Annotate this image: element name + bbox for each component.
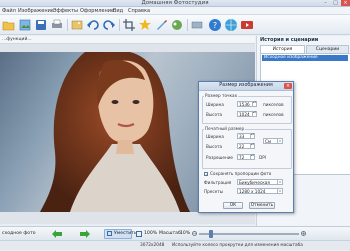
zoom-value: 100%	[144, 231, 158, 236]
toolbar-separator	[187, 19, 188, 31]
print-width-spin[interactable]: ▴▾	[250, 133, 254, 139]
brush-icon[interactable]	[154, 18, 168, 32]
scale-value: 10%	[180, 231, 191, 236]
help-icon[interactable]: ?	[208, 18, 222, 32]
keep-ratio-label: Сохранять пропорции фото	[210, 171, 272, 176]
preset-value: 1280 x 1024	[239, 189, 266, 194]
minimize-button[interactable]: –	[321, 0, 330, 6]
print-icon[interactable]	[50, 18, 64, 32]
tab-history[interactable]: История действий	[260, 45, 305, 59]
resolution-unit: DPI	[259, 155, 266, 160]
fit-button[interactable]: Уместить	[104, 229, 137, 239]
undo-icon[interactable]	[86, 18, 100, 32]
zoom-slider-knob[interactable]	[209, 230, 213, 238]
menu-image[interactable]: Изображение	[18, 7, 54, 15]
fit-icon	[107, 231, 112, 236]
arrow-left-icon[interactable]	[52, 230, 62, 238]
zoom-out-icon[interactable]: −	[192, 231, 197, 236]
redo-icon[interactable]	[102, 18, 116, 32]
print-unit-select[interactable]: См ▾	[263, 138, 283, 144]
arrow-right-icon[interactable]	[80, 230, 90, 238]
gallery-icon[interactable]	[18, 18, 32, 32]
ok-button[interactable]: ОК	[223, 202, 243, 209]
print-height-input[interactable]: 22 ▴▾	[237, 143, 255, 149]
save-icon[interactable]	[34, 18, 48, 32]
toolbar-separator	[119, 19, 120, 31]
print-width-label: Ширина	[206, 134, 224, 139]
zoom-in-icon[interactable]: +	[301, 231, 306, 236]
toolbar-separator	[67, 19, 68, 31]
chevron-down-icon: ▾	[277, 139, 282, 144]
video-icon[interactable]	[240, 18, 254, 32]
width-value: 1536	[239, 102, 250, 107]
bottom-toolbar: сходное фото Уместить 100% Масштаб: 10% …	[0, 226, 350, 240]
resolution-value: 72	[239, 155, 245, 160]
width-label: Ширина	[206, 102, 224, 107]
print-unit-value: См	[265, 139, 272, 144]
keep-ratio-checkbox[interactable]: ✓	[204, 172, 208, 177]
resolution-input[interactable]: 72 ▴▾	[237, 154, 255, 160]
source-photo-label[interactable]: сходное фото	[2, 227, 36, 241]
menu-help[interactable]: Справка	[128, 7, 150, 15]
filter-value: Бикубическая	[239, 180, 270, 185]
width-input[interactable]: 1536 ▴▾	[237, 101, 257, 107]
height-label: Высота	[206, 112, 223, 117]
maximize-button[interactable]: □	[331, 0, 340, 6]
menu-file[interactable]: Файл	[2, 7, 16, 15]
height-unit: пикселов	[263, 112, 284, 117]
resolution-spin[interactable]: ▴▾	[250, 154, 254, 160]
image-icon[interactable]	[70, 18, 84, 32]
close-button[interactable]: ×	[341, 0, 350, 6]
globe-icon[interactable]	[224, 18, 238, 32]
color-icon[interactable]	[170, 18, 184, 32]
title-bar: Домашняя Фотостудия – □ ×	[0, 0, 350, 7]
cancel-button[interactable]: Отменить	[249, 202, 275, 209]
toolbar: ?	[0, 15, 350, 35]
panel-title: История и сценарии	[260, 37, 319, 43]
adjust-icon[interactable]	[190, 18, 204, 32]
print-size-label: Печатный размер	[204, 126, 246, 131]
menu-decoration[interactable]: Оформление	[80, 7, 114, 15]
filter-label: Фильтрация	[204, 180, 232, 185]
fit-label: Уместить	[114, 231, 137, 236]
tab-scenarios[interactable]: Сценарии	[306, 45, 349, 53]
print-height-spin[interactable]: ▴▾	[250, 143, 254, 149]
resolution-label: Разрешение	[206, 155, 233, 160]
effects-icon[interactable]	[138, 18, 152, 32]
menu-effects[interactable]: Эффекты	[53, 7, 78, 15]
actual-size-icon[interactable]	[136, 231, 142, 237]
status-bar: 3072x2048 Используйте колесо прокрутки д…	[0, 240, 350, 250]
history-item[interactable]: Исходное изображение	[262, 55, 348, 61]
scale-label: Масштаб:	[159, 231, 183, 236]
dialog-close-button[interactable]: ×	[284, 83, 292, 89]
zoom-slider[interactable]	[199, 233, 299, 235]
print-height-label: Высота	[206, 144, 223, 149]
window-title: Домашняя Фотостудия	[141, 0, 209, 6]
svg-text:?: ?	[213, 21, 217, 30]
filter-select[interactable]: Бикубическая ▾	[237, 179, 283, 185]
chevron-down-icon: ▾	[277, 180, 282, 185]
folder-open-icon[interactable]	[2, 18, 16, 32]
print-height-value: 22	[239, 144, 245, 149]
pixel-size-label: Размер точках	[204, 93, 239, 98]
function-breadcrumb: ...функций...	[0, 36, 255, 44]
height-spin[interactable]: ▴▾	[252, 111, 256, 117]
print-width-value: 33	[239, 134, 245, 139]
breadcrumb-text: ...функций...	[2, 37, 32, 42]
print-width-input[interactable]: 33 ▴▾	[237, 133, 255, 139]
menu-bar: Файл Изображение Эффекты Оформление Вид …	[0, 7, 350, 15]
width-unit: пикселов	[263, 102, 284, 107]
height-value: 1024	[239, 112, 250, 117]
chevron-down-icon: ▾	[277, 189, 282, 194]
preset-label: Пресеты	[204, 189, 224, 194]
menu-view[interactable]: Вид	[113, 7, 123, 15]
preset-select[interactable]: 1280 x 1024 ▾	[237, 188, 283, 194]
height-input[interactable]: 1024 ▴▾	[237, 111, 257, 117]
dialog-title: Размер изображения	[199, 82, 293, 91]
width-spin[interactable]: ▴▾	[252, 101, 256, 107]
crop-icon[interactable]	[122, 18, 136, 32]
resize-dialog: Размер изображения × Размер точках Ширин…	[198, 81, 294, 213]
